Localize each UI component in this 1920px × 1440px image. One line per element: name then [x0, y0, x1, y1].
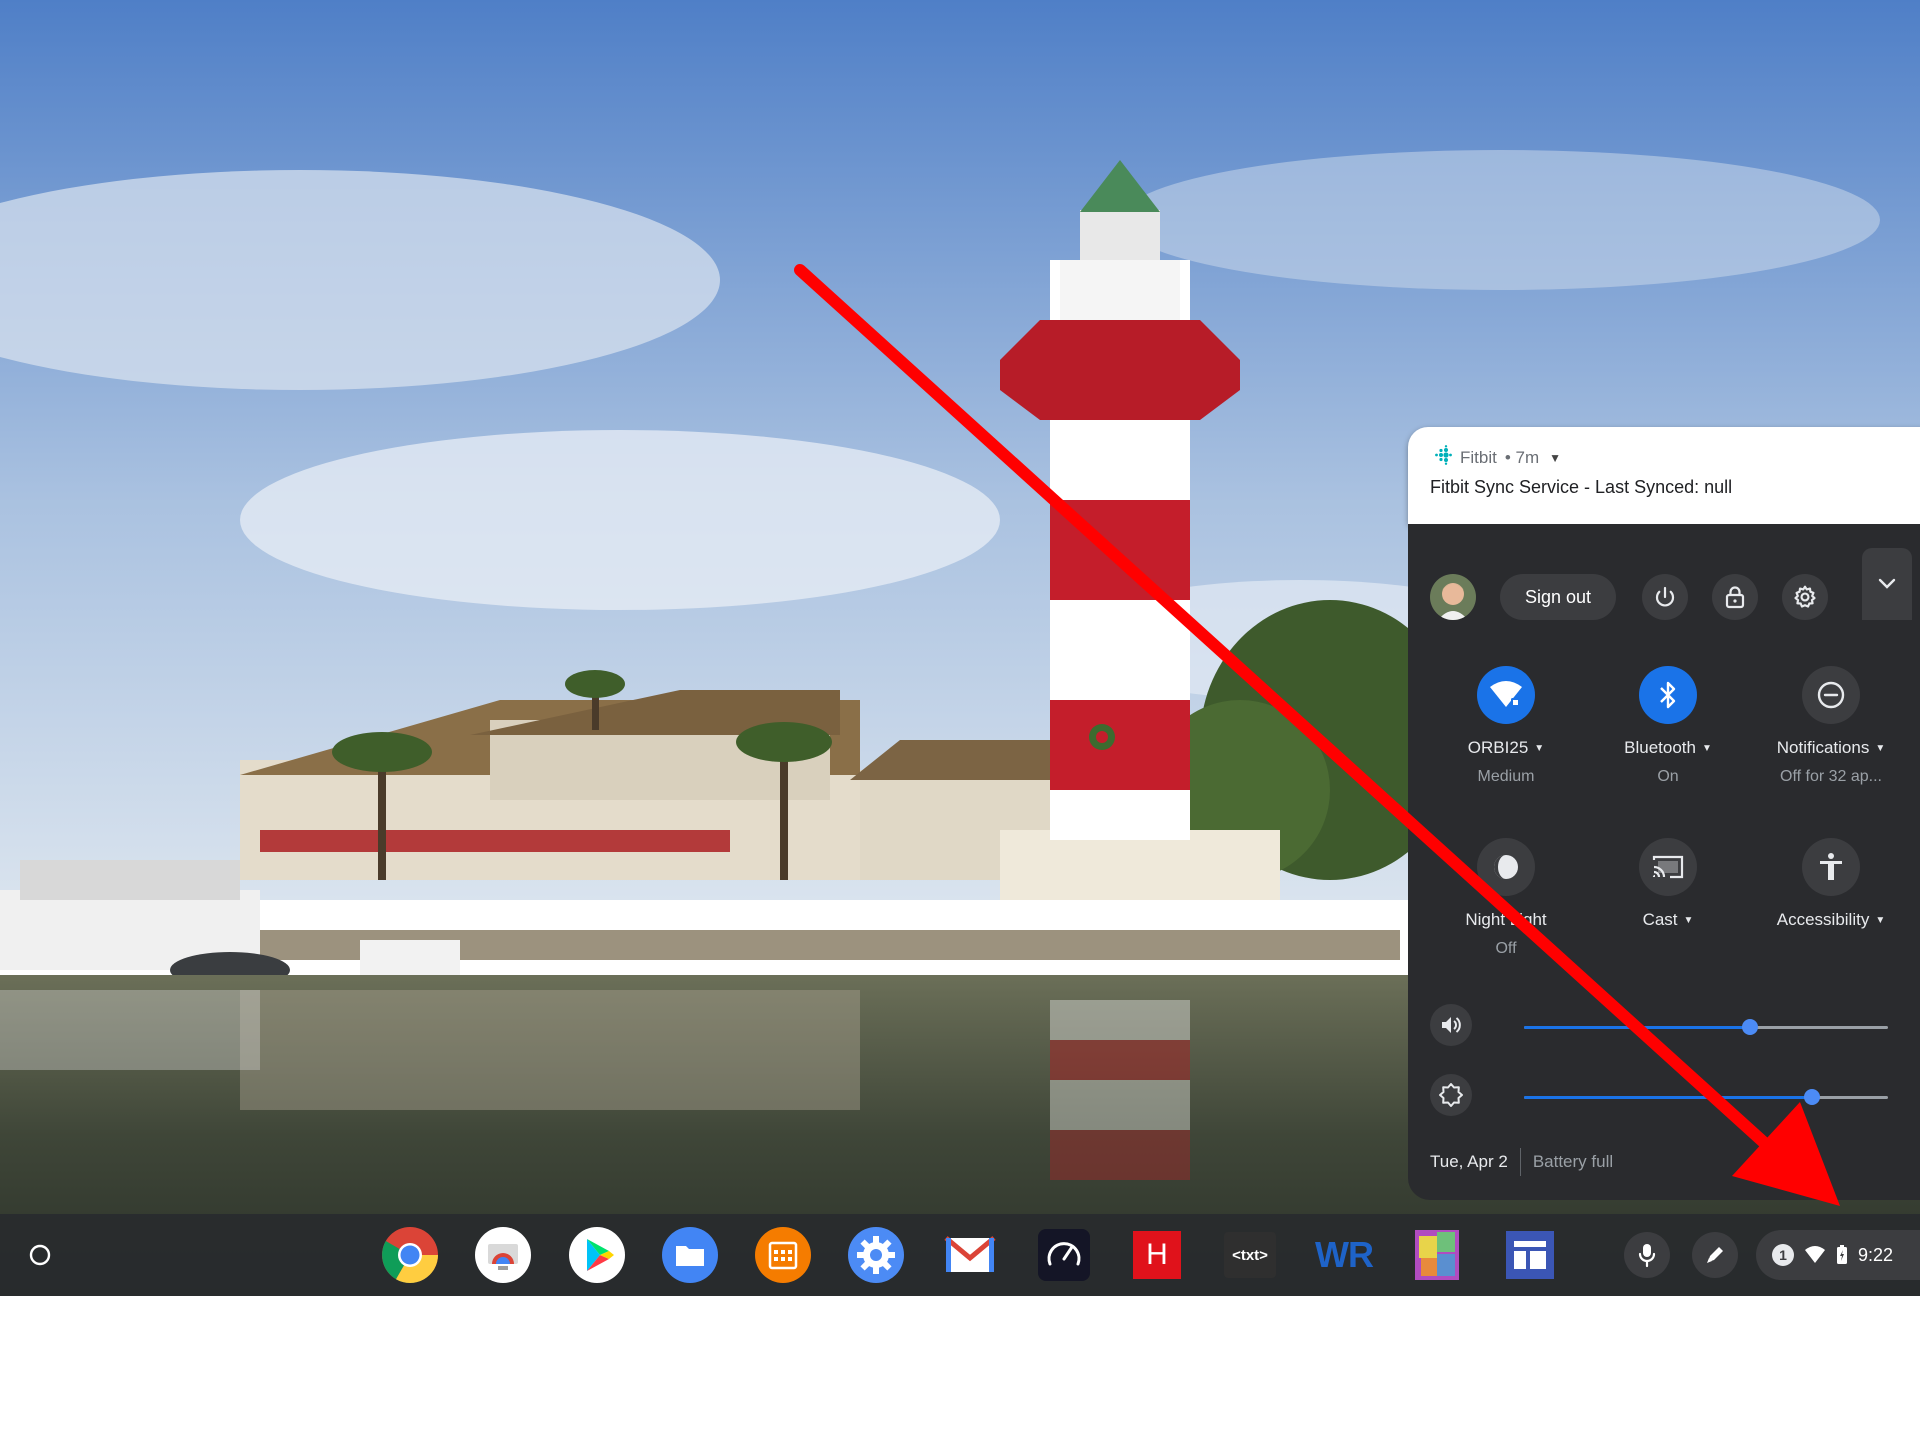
annotation-arrow [794, 264, 1840, 1206]
chromeos-desktop: Fitbit • 7m ▼ Fitbit Sync Service - Last… [0, 0, 1920, 1296]
